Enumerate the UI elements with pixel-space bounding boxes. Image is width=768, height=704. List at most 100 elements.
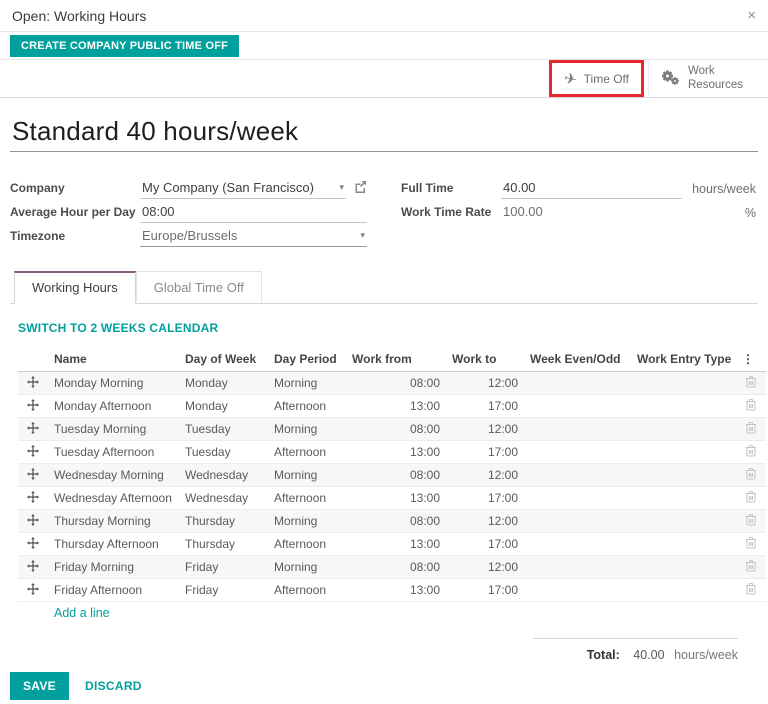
discard-button[interactable]: DISCARD xyxy=(85,679,142,693)
cell-name[interactable]: Wednesday Morning xyxy=(48,464,179,487)
cell-name[interactable]: Thursday Afternoon xyxy=(48,533,179,556)
cell-day-of-week[interactable]: Monday xyxy=(179,395,268,418)
delete-row-icon[interactable] xyxy=(745,515,757,529)
cell-work-to[interactable]: 17:00 xyxy=(446,441,524,464)
table-row[interactable]: Friday MorningFridayMorning08:0012:00 xyxy=(18,556,766,579)
cell-work-entry-type[interactable] xyxy=(631,464,736,487)
delete-row-icon[interactable] xyxy=(745,400,757,414)
cell-day-of-week[interactable]: Tuesday xyxy=(179,418,268,441)
drag-handle-icon[interactable] xyxy=(27,538,39,552)
time-off-stat-button[interactable]: ✈ Time Off xyxy=(552,63,641,94)
table-row[interactable]: Monday AfternoonMondayAfternoon13:0017:0… xyxy=(18,395,766,418)
column-header-day-of-week[interactable]: Day of Week xyxy=(179,348,268,372)
cell-work-from[interactable]: 08:00 xyxy=(346,372,446,395)
cell-work-from[interactable]: 08:00 xyxy=(346,510,446,533)
cell-week-even-odd[interactable] xyxy=(524,533,631,556)
chevron-down-icon[interactable]: ▾ xyxy=(360,230,365,241)
cell-work-from[interactable]: 13:00 xyxy=(346,533,446,556)
cell-work-to[interactable]: 12:00 xyxy=(446,556,524,579)
cell-day-of-week[interactable]: Monday xyxy=(179,372,268,395)
cell-work-from[interactable]: 13:00 xyxy=(346,487,446,510)
column-header-work-entry-type[interactable]: Work Entry Type xyxy=(631,348,736,372)
cell-day-of-week[interactable]: Friday xyxy=(179,556,268,579)
cell-day-period[interactable]: Morning xyxy=(268,510,346,533)
cell-week-even-odd[interactable] xyxy=(524,510,631,533)
cell-work-to[interactable]: 17:00 xyxy=(446,395,524,418)
cell-day-of-week[interactable]: Wednesday xyxy=(179,464,268,487)
cell-work-to[interactable]: 12:00 xyxy=(446,510,524,533)
chevron-down-icon[interactable]: ▾ xyxy=(339,182,344,193)
cell-name[interactable]: Monday Afternoon xyxy=(48,395,179,418)
cell-work-to[interactable]: 17:00 xyxy=(446,487,524,510)
cell-day-period[interactable]: Afternoon xyxy=(268,579,346,602)
tab-working-hours[interactable]: Working Hours xyxy=(14,271,136,304)
table-row[interactable]: Wednesday MorningWednesdayMorning08:0012… xyxy=(18,464,766,487)
cell-work-to[interactable]: 12:00 xyxy=(446,372,524,395)
cell-week-even-odd[interactable] xyxy=(524,556,631,579)
column-header-work-from[interactable]: Work from xyxy=(346,348,446,372)
delete-row-icon[interactable] xyxy=(745,538,757,552)
cell-day-period[interactable]: Morning xyxy=(268,418,346,441)
delete-row-icon[interactable] xyxy=(745,584,757,598)
drag-handle-icon[interactable] xyxy=(27,377,39,391)
cell-work-from[interactable]: 13:00 xyxy=(346,441,446,464)
table-row[interactable]: Wednesday AfternoonWednesdayAfternoon13:… xyxy=(18,487,766,510)
switch-to-2-weeks-calendar-link[interactable]: SWITCH TO 2 WEEKS CALENDAR xyxy=(18,321,218,335)
cell-day-period[interactable]: Morning xyxy=(268,464,346,487)
delete-row-icon[interactable] xyxy=(745,377,757,391)
column-header-work-to[interactable]: Work to xyxy=(446,348,524,372)
close-icon[interactable]: × xyxy=(747,8,756,23)
record-title-input[interactable]: Standard 40 hours/week xyxy=(10,114,758,152)
cell-day-period[interactable]: Morning xyxy=(268,556,346,579)
avg-hour-per-day-field[interactable]: 08:00 xyxy=(140,203,367,223)
drag-handle-icon[interactable] xyxy=(27,423,39,437)
cell-work-entry-type[interactable] xyxy=(631,395,736,418)
cell-name[interactable]: Tuesday Morning xyxy=(48,418,179,441)
cell-week-even-odd[interactable] xyxy=(524,441,631,464)
cell-work-from[interactable]: 08:00 xyxy=(346,556,446,579)
column-header-week-even-odd[interactable]: Week Even/Odd xyxy=(524,348,631,372)
company-field[interactable]: My Company (San Francisco) ▾ xyxy=(140,179,346,199)
cell-day-period[interactable]: Afternoon xyxy=(268,441,346,464)
timezone-field[interactable]: Europe/Brussels ▾ xyxy=(140,227,367,247)
cell-work-from[interactable]: 08:00 xyxy=(346,418,446,441)
cell-work-entry-type[interactable] xyxy=(631,556,736,579)
delete-row-icon[interactable] xyxy=(745,446,757,460)
drag-handle-icon[interactable] xyxy=(27,400,39,414)
cell-name[interactable]: Wednesday Afternoon xyxy=(48,487,179,510)
drag-handle-icon[interactable] xyxy=(27,446,39,460)
work-resources-stat-button[interactable]: Work Resources xyxy=(648,60,758,97)
cell-work-entry-type[interactable] xyxy=(631,372,736,395)
delete-row-icon[interactable] xyxy=(745,423,757,437)
cell-week-even-odd[interactable] xyxy=(524,464,631,487)
cell-day-of-week[interactable]: Thursday xyxy=(179,533,268,556)
cell-week-even-odd[interactable] xyxy=(524,487,631,510)
cell-name[interactable]: Thursday Morning xyxy=(48,510,179,533)
column-header-name[interactable]: Name xyxy=(48,348,179,372)
cell-work-from[interactable]: 08:00 xyxy=(346,464,446,487)
create-company-public-time-off-button[interactable]: CREATE COMPANY PUBLIC TIME OFF xyxy=(10,35,239,57)
cell-week-even-odd[interactable] xyxy=(524,372,631,395)
cell-work-entry-type[interactable] xyxy=(631,418,736,441)
table-row[interactable]: Tuesday AfternoonTuesdayAfternoon13:0017… xyxy=(18,441,766,464)
cell-work-entry-type[interactable] xyxy=(631,579,736,602)
cell-work-entry-type[interactable] xyxy=(631,487,736,510)
column-header-day-period[interactable]: Day Period xyxy=(268,348,346,372)
drag-handle-icon[interactable] xyxy=(27,492,39,506)
save-button[interactable]: SAVE xyxy=(10,672,69,700)
cell-work-from[interactable]: 13:00 xyxy=(346,579,446,602)
cell-day-period[interactable]: Afternoon xyxy=(268,395,346,418)
cell-name[interactable]: Tuesday Afternoon xyxy=(48,441,179,464)
cell-day-of-week[interactable]: Wednesday xyxy=(179,487,268,510)
optional-columns-icon[interactable]: ⋮ xyxy=(736,348,766,372)
delete-row-icon[interactable] xyxy=(745,469,757,483)
cell-week-even-odd[interactable] xyxy=(524,418,631,441)
cell-work-from[interactable]: 13:00 xyxy=(346,395,446,418)
table-row[interactable]: Thursday MorningThursdayMorning08:0012:0… xyxy=(18,510,766,533)
cell-work-entry-type[interactable] xyxy=(631,441,736,464)
table-row[interactable]: Thursday AfternoonThursdayAfternoon13:00… xyxy=(18,533,766,556)
cell-work-to[interactable]: 17:00 xyxy=(446,579,524,602)
cell-week-even-odd[interactable] xyxy=(524,579,631,602)
cell-day-period[interactable]: Morning xyxy=(268,372,346,395)
cell-work-to[interactable]: 12:00 xyxy=(446,464,524,487)
